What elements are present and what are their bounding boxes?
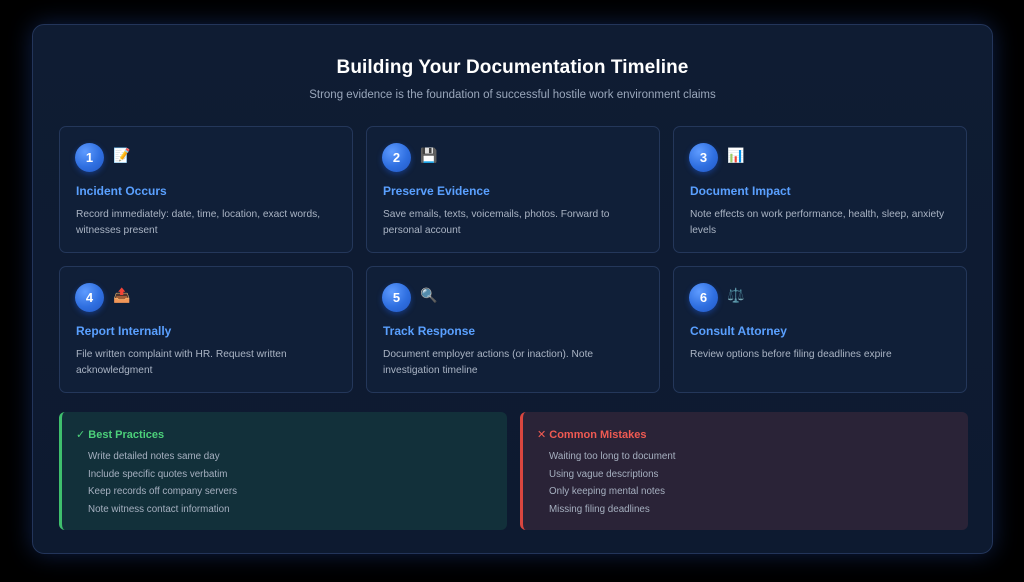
step-number-badge: 3 [689, 143, 718, 172]
step-title: Track Response [383, 324, 476, 338]
step-card-report-internally: 4 📤 Report Internally File written compl… [59, 266, 353, 393]
balance-scale-icon: ⚖️ [727, 288, 745, 304]
magnifying-glass-icon: 🔍 [420, 288, 438, 304]
common-mistakes-list: Waiting too long to document Using vague… [537, 448, 968, 518]
list-item: Missing filing deadlines [549, 503, 650, 515]
step-description: Record immediately: date, time, location… [76, 209, 321, 236]
step-title: Document Impact [690, 184, 791, 198]
list-item: Note witness contact information [88, 503, 230, 515]
step-number-badge: 4 [75, 283, 104, 312]
common-mistakes-heading: ✕ Common Mistakes [537, 429, 647, 441]
best-practices-heading: ✓ Best Practices [76, 429, 165, 441]
best-practices-box: ✓ Best Practices Write detailed notes sa… [59, 412, 507, 530]
list-item: Keep records off company servers [88, 486, 238, 497]
page-subtitle: Strong evidence is the foundation of suc… [309, 89, 716, 101]
outbox-tray-icon: 📤 [113, 288, 131, 304]
step-description: Document employer actions (or inaction).… [383, 349, 594, 376]
list-item: Using vague descriptions [549, 468, 659, 480]
common-mistakes-box: ✕ Common Mistakes Waiting too long to do… [520, 412, 968, 530]
step-description: Review options before filing deadlines e… [690, 349, 892, 360]
list-item: Only keeping mental notes [549, 486, 665, 497]
step-description: File written complaint with HR. Request … [76, 349, 287, 376]
step-title: Report Internally [76, 324, 172, 338]
step-description: Save emails, texts, voicemails, photos. … [383, 209, 610, 236]
step-number-badge: 5 [382, 283, 411, 312]
step-card-document-impact: 3 📊 Document Impact Note effects on work… [673, 126, 967, 253]
step-title: Consult Attorney [690, 324, 787, 338]
page-title: Building Your Documentation Timeline [336, 57, 689, 78]
step-number-badge: 2 [382, 143, 411, 172]
step-number-badge: 1 [75, 143, 104, 172]
documentation-timeline-panel: Building Your Documentation Timeline Str… [32, 24, 993, 554]
step-card-preserve-evidence: 2 💾 Preserve Evidence Save emails, texts… [366, 126, 660, 253]
memo-icon: 📝 [113, 148, 131, 164]
step-description: Note effects on work performance, health… [690, 209, 945, 236]
step-number-badge: 6 [689, 283, 718, 312]
list-item: Waiting too long to document [549, 451, 676, 462]
floppy-disk-icon: 💾 [420, 148, 438, 164]
step-title: Preserve Evidence [383, 184, 490, 198]
bar-chart-icon: 📊 [727, 148, 745, 164]
step-card-consult-attorney: 6 ⚖️ Consult Attorney Review options bef… [673, 266, 967, 393]
step-title: Incident Occurs [76, 184, 167, 198]
best-practices-list: Write detailed notes same day Include sp… [76, 448, 507, 518]
step-card-incident-occurs: 1 📝 Incident Occurs Record immediately: … [59, 126, 353, 253]
list-item: Include specific quotes verbatim [88, 468, 228, 480]
step-card-track-response: 5 🔍 Track Response Document employer act… [366, 266, 660, 393]
steps-grid: 1 📝 Incident Occurs Record immediately: … [59, 126, 968, 393]
list-item: Write detailed notes same day [88, 451, 220, 462]
